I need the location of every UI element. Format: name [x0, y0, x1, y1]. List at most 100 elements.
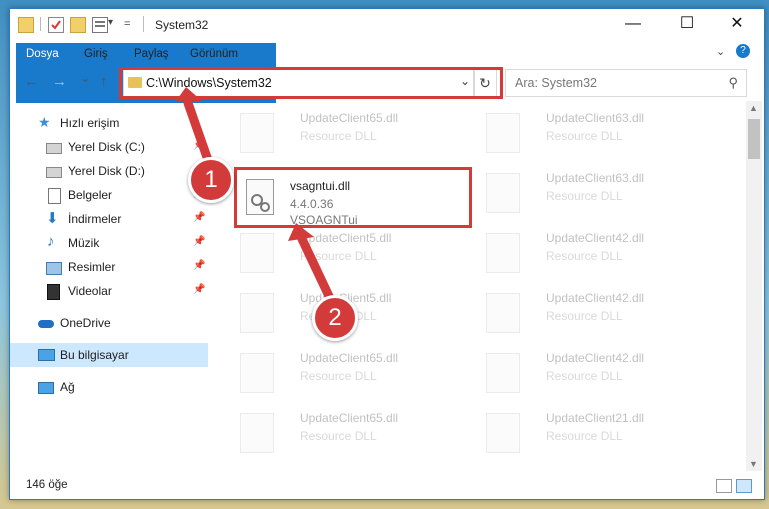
sidebar-item-label: Videolar — [68, 284, 112, 298]
list-item[interactable]: UpdateClient65.dll Resource DLL — [232, 405, 472, 465]
status-bar: 146 öğe — [10, 475, 764, 497]
tab-home[interactable]: Giriş — [74, 43, 118, 65]
sidebar-item-pictures[interactable]: Resimler 📌 — [10, 255, 208, 279]
dll-file-icon — [240, 353, 274, 393]
sidebar-item-label: Yerel Disk (C:) — [68, 140, 145, 154]
computer-icon — [38, 349, 55, 361]
title-bar: ▾ = System32 — ☐ ✕ — [10, 9, 764, 41]
item-count: 146 öğe — [26, 479, 68, 491]
properties-icon[interactable] — [48, 17, 64, 33]
sidebar-item-label: Hızlı erişim — [60, 116, 120, 130]
details-view-icon[interactable] — [716, 479, 732, 493]
ribbon-tabs: Dosya Giriş Paylaş Görünüm ⌄ ? — [10, 41, 764, 103]
list-item[interactable]: UpdateClient42.dll Resource DLL — [478, 285, 718, 345]
search-input[interactable]: Ara: System32 ⚲ — [505, 69, 747, 97]
help-icon[interactable]: ? — [736, 44, 750, 58]
dll-file-icon — [486, 113, 520, 153]
file-name: UpdateClient21.dll — [546, 411, 645, 425]
scroll-down-icon[interactable]: ▼ — [749, 459, 758, 469]
back-button[interactable]: ← — [24, 73, 39, 90]
sidebar-item-label: Ağ — [60, 380, 75, 394]
dll-file-icon — [486, 173, 520, 213]
pin-icon[interactable]: 📌 — [193, 284, 205, 295]
recent-locations-button[interactable]: ⌄ — [80, 71, 90, 85]
sidebar-item-network[interactable]: Ağ — [10, 375, 208, 399]
qa-more-icon[interactable]: = — [124, 18, 130, 30]
file-name: UpdateClient65.dll — [300, 411, 399, 425]
file-name: UpdateClient65.dll — [300, 351, 399, 365]
large-icons-view-icon[interactable] — [736, 479, 752, 493]
documents-icon — [48, 188, 61, 204]
file-explorer-window: ▾ = System32 — ☐ ✕ Dosya Giriş Paylaş Gö… — [9, 8, 765, 500]
forward-button[interactable]: → — [52, 73, 67, 90]
list-item[interactable]: UpdateClient63.dll Resource DLL — [478, 165, 718, 225]
folder-icon — [18, 17, 34, 33]
tab-view[interactable]: Görünüm — [180, 43, 248, 65]
pin-icon[interactable]: 📌 — [193, 236, 205, 247]
dll-file-icon — [240, 293, 274, 333]
tab-share[interactable]: Paylaş — [124, 43, 179, 65]
navigation-bar: ← → ⌄ ↑ C:\Windows\System32 ⌄ ↻ Ara: Sys… — [10, 67, 764, 99]
sidebar-item-label: Resimler — [68, 260, 116, 274]
sidebar-item-music[interactable]: ♪ Müzik 📌 — [10, 231, 208, 255]
download-icon: ⬇ — [46, 210, 59, 227]
pictures-icon — [46, 262, 62, 275]
file-name: UpdateClient42.dll — [546, 291, 645, 305]
drive-icon — [46, 167, 62, 178]
step-1-badge: 1 — [188, 157, 234, 203]
file-description: Resource DLL — [546, 129, 623, 143]
ribbon-controls: ⌄ ? — [714, 44, 758, 61]
list-item[interactable]: UpdateClient42.dll Resource DLL — [478, 225, 718, 285]
chevron-down-icon[interactable]: ⌄ — [716, 45, 725, 58]
file-description: Resource DLL — [300, 429, 377, 443]
sidebar-item-label: Yerel Disk (D:) — [68, 164, 145, 178]
list-item[interactable]: UpdateClient21.dll Resource DLL — [478, 405, 718, 465]
file-description: Resource DLL — [300, 369, 377, 383]
qa-dropdown-icon[interactable]: ▾ — [108, 17, 113, 28]
file-description: Resource DLL — [546, 249, 623, 263]
up-button[interactable]: ↑ — [100, 73, 108, 90]
dll-file-icon — [486, 233, 520, 273]
scroll-up-icon[interactable]: ▲ — [749, 103, 758, 113]
vertical-scrollbar[interactable]: ▲ ▼ — [746, 101, 762, 471]
minimize-button[interactable]: — — [610, 9, 656, 39]
customize-toolbar-icon[interactable] — [92, 17, 108, 33]
file-name: UpdateClient42.dll — [546, 351, 645, 365]
search-placeholder: Ara: System32 — [515, 76, 597, 90]
title-separator — [143, 16, 144, 32]
sidebar-item-label: İndirmeler — [68, 212, 122, 226]
sidebar-item-label: Bu bilgisayar — [60, 348, 129, 362]
sidebar-item-this-pc[interactable]: Bu bilgisayar — [10, 343, 208, 367]
sidebar-item-onedrive[interactable]: OneDrive — [10, 311, 208, 335]
sidebar-item-label: Müzik — [68, 236, 100, 250]
video-icon — [47, 284, 60, 300]
file-description: Resource DLL — [300, 129, 377, 143]
dll-file-icon — [486, 293, 520, 333]
music-icon: ♪ — [47, 233, 55, 250]
new-folder-icon[interactable] — [70, 17, 86, 33]
file-description: Resource DLL — [546, 189, 623, 203]
close-button[interactable]: ✕ — [714, 9, 760, 39]
dll-file-icon — [486, 413, 520, 453]
file-name: UpdateClient42.dll — [546, 231, 645, 245]
network-icon — [38, 382, 54, 394]
sidebar-item-videos[interactable]: Videolar 📌 — [10, 279, 208, 303]
toolbar-separator — [40, 17, 41, 31]
search-icon[interactable]: ⚲ — [728, 75, 738, 91]
pin-icon[interactable]: 📌 — [193, 260, 205, 271]
file-name: UpdateClient65.dll — [300, 111, 399, 125]
list-item[interactable]: UpdateClient63.dll Resource DLL — [478, 105, 718, 165]
window-title: System32 — [155, 18, 209, 32]
file-name: UpdateClient63.dll — [546, 171, 645, 185]
file-name: UpdateClient63.dll — [546, 111, 645, 125]
list-item[interactable]: UpdateClient65.dll Resource DLL — [232, 345, 472, 405]
sidebar-item-label: OneDrive — [60, 316, 111, 330]
dll-file-icon — [240, 413, 274, 453]
sidebar-item-label: Belgeler — [68, 188, 113, 202]
list-item[interactable]: UpdateClient42.dll Resource DLL — [478, 345, 718, 405]
file-description: Resource DLL — [546, 369, 623, 383]
scrollbar-thumb[interactable] — [748, 119, 760, 159]
file-description: Resource DLL — [546, 309, 623, 323]
maximize-button[interactable]: ☐ — [664, 9, 710, 39]
cloud-icon — [38, 320, 54, 328]
